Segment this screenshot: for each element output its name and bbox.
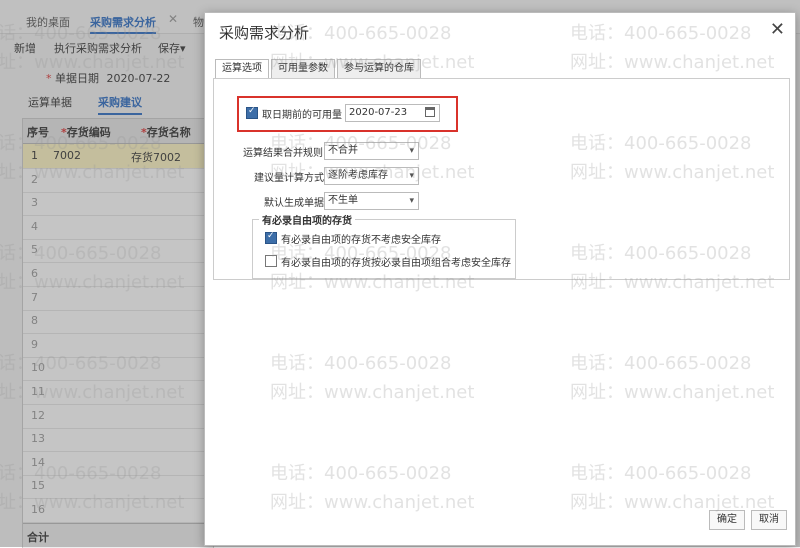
default-doc-label: 默认生成单据 (264, 198, 324, 209)
watermark-site: 网址：www.chanjet.net (270, 382, 475, 403)
watermark-site: 网址：www.chanjet.net (0, 52, 185, 73)
watermark-phone: 电话：400-665-0028 (0, 243, 162, 264)
watermark-site: 网址：www.chanjet.net (270, 272, 475, 293)
watermark-phone: 电话：400-665-0028 (0, 463, 162, 484)
highlight-box: 取日期前的可用量 2020-07-23 (237, 96, 458, 132)
watermark-site: 网址：www.chanjet.net (0, 162, 185, 183)
watermark-phone: 电话：400-665-0028 (270, 353, 452, 374)
default-doc-select[interactable]: 不生单 ▾ (324, 192, 419, 210)
watermark-phone: 电话：400-665-0028 (0, 23, 162, 44)
default-doc-value: 不生单 (328, 195, 358, 206)
watermark-site: 网址：www.chanjet.net (270, 52, 475, 73)
watermark-phone: 电话：400-665-0028 (570, 353, 752, 374)
available-date-input[interactable]: 2020-07-23 (345, 104, 440, 122)
watermark-phone: 电话：400-665-0028 (270, 23, 452, 44)
available-date-value: 2020-07-23 (349, 107, 408, 118)
watermark-site: 网址：www.chanjet.net (0, 272, 185, 293)
available-date-checkbox[interactable] (246, 106, 258, 119)
watermark-site: 网址：www.chanjet.net (570, 52, 775, 73)
watermark-site: 网址：www.chanjet.net (570, 162, 775, 183)
close-icon[interactable]: ✕ (770, 19, 785, 40)
available-date-label: 取日期前的可用量 (262, 110, 342, 121)
calendar-icon[interactable] (425, 107, 435, 117)
watermark-phone: 电话：400-665-0028 (270, 133, 452, 154)
tab-calc-options[interactable]: 运算选项 (215, 59, 269, 79)
watermark-phone: 电话：400-665-0028 (270, 463, 452, 484)
chevron-down-icon: ▾ (409, 196, 414, 206)
watermark-site: 网址：www.chanjet.net (570, 272, 775, 293)
watermark-site: 网址：www.chanjet.net (570, 492, 775, 513)
watermark-phone: 电话：400-665-0028 (570, 243, 752, 264)
watermark-site: 网址：www.chanjet.net (0, 492, 185, 513)
watermark-site: 网址：www.chanjet.net (0, 382, 185, 403)
watermark-site: 网址：www.chanjet.net (570, 382, 775, 403)
group-legend: 有必录自由项的存货 (259, 212, 355, 227)
watermark-site: 网址：www.chanjet.net (270, 162, 475, 183)
watermark-phone: 电话：400-665-0028 (270, 243, 452, 264)
watermark-site: 网址：www.chanjet.net (270, 492, 475, 513)
watermark-phone: 电话：400-665-0028 (570, 23, 752, 44)
watermark-phone: 电话：400-665-0028 (0, 133, 162, 154)
watermark-phone: 电话：400-665-0028 (0, 353, 162, 374)
watermark-phone: 电话：400-665-0028 (570, 463, 752, 484)
watermark-phone: 电话：400-665-0028 (570, 133, 752, 154)
